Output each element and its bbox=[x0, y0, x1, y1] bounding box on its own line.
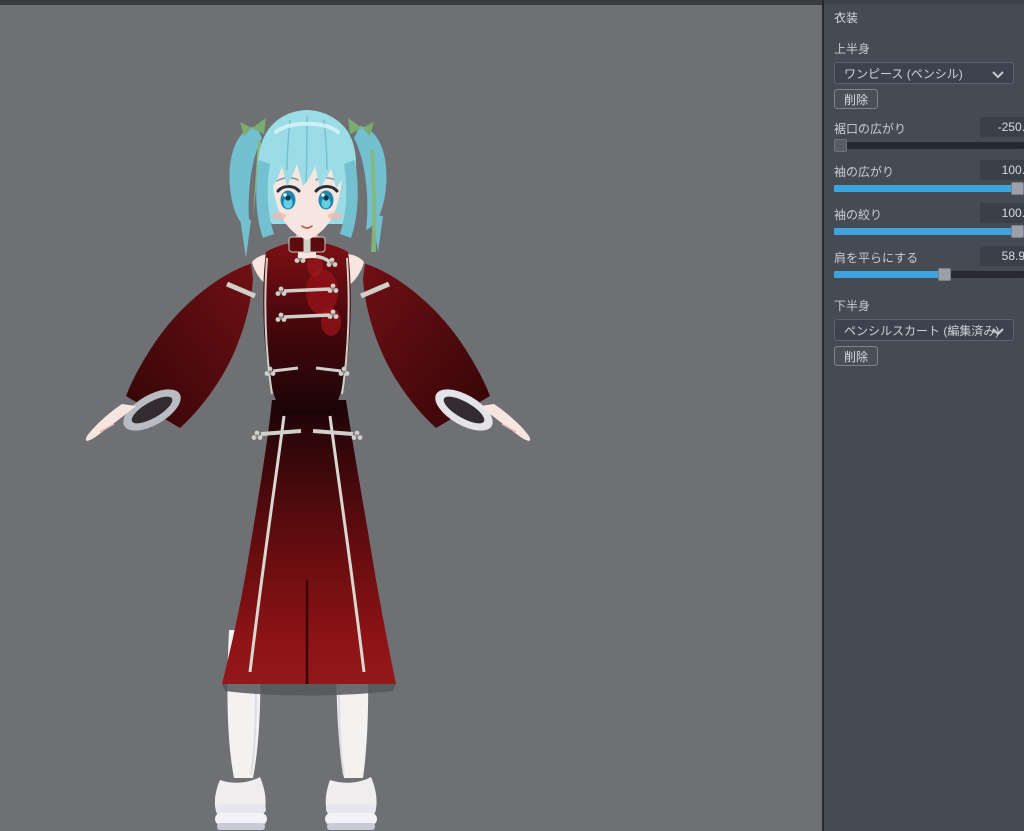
param-value-field[interactable]: -250. bbox=[980, 117, 1024, 137]
lower-body-dropdown[interactable]: ペンシルスカート (編集済み) bbox=[834, 319, 1014, 341]
upper-body-section-label: 上半身 bbox=[834, 40, 1014, 57]
skirt bbox=[222, 400, 396, 696]
costume-panel: 衣装 上半身 ワンピース (ペンシル) 削除 裾口の広がり -250. 袖の広が… bbox=[822, 0, 1024, 831]
param-label: 袖の絞り bbox=[834, 206, 882, 223]
param-sleeve-taper: 袖の絞り 100. bbox=[834, 204, 1024, 238]
param-slider[interactable] bbox=[834, 225, 1024, 238]
lower-body-section-label: 下半身 bbox=[834, 297, 1014, 314]
param-slider[interactable] bbox=[834, 182, 1024, 195]
param-label: 肩を平らにする bbox=[834, 249, 918, 266]
slider-handle[interactable] bbox=[1011, 225, 1024, 238]
slider-handle[interactable] bbox=[834, 139, 847, 152]
panel-title: 衣装 bbox=[834, 9, 1014, 26]
character-model bbox=[0, 0, 822, 831]
slider-handle[interactable] bbox=[1011, 182, 1024, 195]
viewport-top-strip bbox=[0, 0, 822, 5]
param-value-field[interactable]: 58.9 bbox=[980, 246, 1024, 266]
delete-upper-button[interactable]: 削除 bbox=[834, 89, 878, 109]
param-shoulder-flatten: 肩を平らにする 58.9 bbox=[834, 247, 1024, 281]
upper-body-dropdown[interactable]: ワンピース (ペンシル) bbox=[834, 62, 1014, 84]
upper-body-dropdown-value: ワンピース (ペンシル) bbox=[844, 65, 963, 82]
param-hem-spread: 裾口の広がり -250. bbox=[834, 118, 1024, 152]
lower-body-dropdown-value: ペンシルスカート (編集済み) bbox=[844, 322, 999, 339]
param-slider[interactable] bbox=[834, 139, 1024, 152]
param-value-field[interactable]: 100. bbox=[980, 160, 1024, 180]
delete-lower-button[interactable]: 削除 bbox=[834, 346, 878, 366]
param-slider[interactable] bbox=[834, 268, 1024, 281]
3d-viewport[interactable] bbox=[0, 0, 822, 831]
chevron-down-icon bbox=[992, 328, 1004, 335]
dress-bodice bbox=[263, 242, 351, 414]
slider-handle[interactable] bbox=[938, 268, 951, 281]
param-label: 袖の広がり bbox=[834, 163, 894, 180]
param-value-field[interactable]: 100. bbox=[980, 203, 1024, 223]
param-sleeve-spread: 袖の広がり 100. bbox=[834, 161, 1024, 195]
param-label: 裾口の広がり bbox=[834, 120, 906, 137]
chevron-down-icon bbox=[992, 71, 1004, 78]
